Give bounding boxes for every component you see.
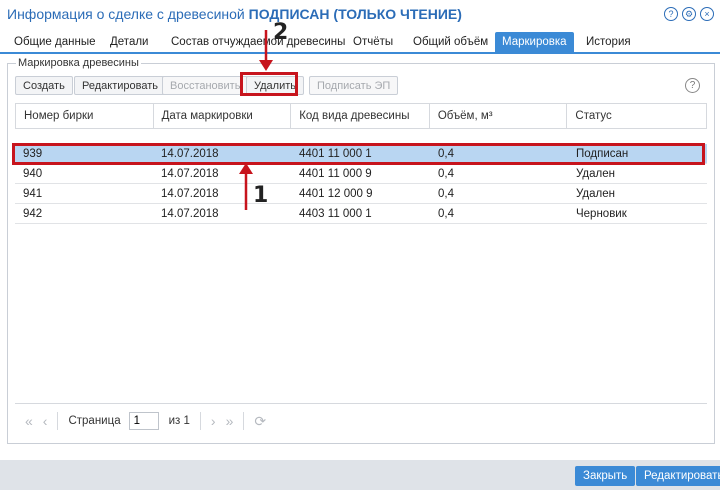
footer-edit-button[interactable]: Редактировать — [636, 466, 720, 486]
tab-bar: Общие данные Детали Состав отчуждаемой д… — [0, 30, 720, 54]
help-icon[interactable]: ? — [685, 78, 700, 93]
next-page-icon[interactable]: › — [211, 413, 216, 429]
col-wood-code[interactable]: Код вида древесины — [291, 104, 430, 128]
restore-button[interactable]: Восстановить — [162, 76, 249, 95]
close-icon[interactable]: × — [700, 7, 714, 21]
cell-status: Черновик — [576, 208, 627, 220]
last-page-icon[interactable]: » — [226, 413, 234, 429]
tab-marking[interactable]: Маркировка — [495, 32, 574, 52]
tab-history[interactable]: История — [579, 32, 638, 52]
table-row[interactable]: 942 14.07.2018 4403 11 000 1 0,4 Чернови… — [15, 204, 707, 224]
pager-divider — [243, 412, 245, 430]
col-volume[interactable]: Объём, м³ — [430, 104, 568, 128]
cell-status: Удален — [576, 188, 615, 200]
cell-code: 4401 12 000 9 — [299, 188, 373, 200]
cell-volume: 0,4 — [438, 168, 454, 180]
gear-icon[interactable]: ⚙ — [682, 7, 696, 21]
refresh-icon[interactable]: ⟳ — [254, 413, 266, 430]
cell-volume: 0,4 — [438, 208, 454, 220]
col-status[interactable]: Статус — [567, 104, 706, 128]
page-number-input[interactable] — [128, 412, 159, 430]
annotation-row-highlight — [12, 143, 705, 165]
create-button[interactable]: Создать — [15, 76, 73, 95]
cell-tag: 942 — [23, 208, 43, 220]
window-controls: ? ⚙ × — [664, 7, 714, 21]
tab-details[interactable]: Детали — [103, 32, 155, 52]
cell-date: 14.07.2018 — [161, 168, 219, 180]
window-footer: Закрыть Редактировать — [0, 460, 720, 490]
annotation-delete-highlight — [240, 72, 298, 96]
cell-tag: 941 — [23, 188, 43, 200]
window-titlebar: Информация о сделке с древесиной ПОДПИСА… — [0, 0, 720, 28]
title-mode: (ТОЛЬКО ЧТЕНИЕ) — [333, 6, 462, 22]
table-row[interactable]: 940 14.07.2018 4401 11 000 9 0,4 Удален — [15, 164, 707, 184]
tab-reports[interactable]: Отчёты — [346, 32, 400, 52]
annotation-number-1: 1 — [253, 183, 269, 208]
pager-divider — [57, 412, 59, 430]
pagination: « ‹ Страница из 1 › » ⟳ — [15, 403, 707, 438]
cell-date: 14.07.2018 — [161, 188, 219, 200]
tab-general[interactable]: Общие данные — [7, 32, 102, 52]
page-count-label: из 1 — [168, 415, 190, 427]
page-label: Страница — [68, 415, 121, 427]
table-header: Номер бирки Дата маркировки Код вида дре… — [15, 103, 707, 129]
title-status: ПОДПИСАН — [248, 6, 330, 22]
first-page-icon[interactable]: « — [25, 413, 33, 429]
prev-page-icon[interactable]: ‹ — [43, 413, 48, 429]
cell-date: 14.07.2018 — [161, 208, 219, 220]
cell-tag: 940 — [23, 168, 43, 180]
table-row[interactable]: 941 14.07.2018 4401 12 000 9 0,4 Удален — [15, 184, 707, 204]
marking-panel: Маркировка древесины Создать Редактирова… — [7, 57, 715, 444]
tab-total-volume[interactable]: Общий объём — [406, 32, 495, 52]
edit-button[interactable]: Редактировать — [74, 76, 166, 95]
cell-code: 4401 11 000 9 — [299, 168, 372, 180]
close-button[interactable]: Закрыть — [575, 466, 636, 486]
panel-title: Маркировка древесины — [16, 57, 141, 69]
pager-divider — [199, 412, 201, 430]
annotation-number-2: 2 — [273, 20, 289, 45]
col-marking-date[interactable]: Дата маркировки — [154, 104, 292, 128]
cell-code: 4403 11 000 1 — [299, 208, 372, 220]
cell-status: Удален — [576, 168, 615, 180]
sign-button[interactable]: Подписать ЭП — [309, 76, 399, 95]
col-tag-number[interactable]: Номер бирки — [16, 104, 154, 128]
window-title: Информация о сделке с древесиной ПОДПИСА… — [7, 6, 462, 22]
help-icon[interactable]: ? — [664, 7, 678, 21]
title-prefix: Информация о сделке с древесиной — [7, 6, 245, 22]
cell-volume: 0,4 — [438, 188, 454, 200]
